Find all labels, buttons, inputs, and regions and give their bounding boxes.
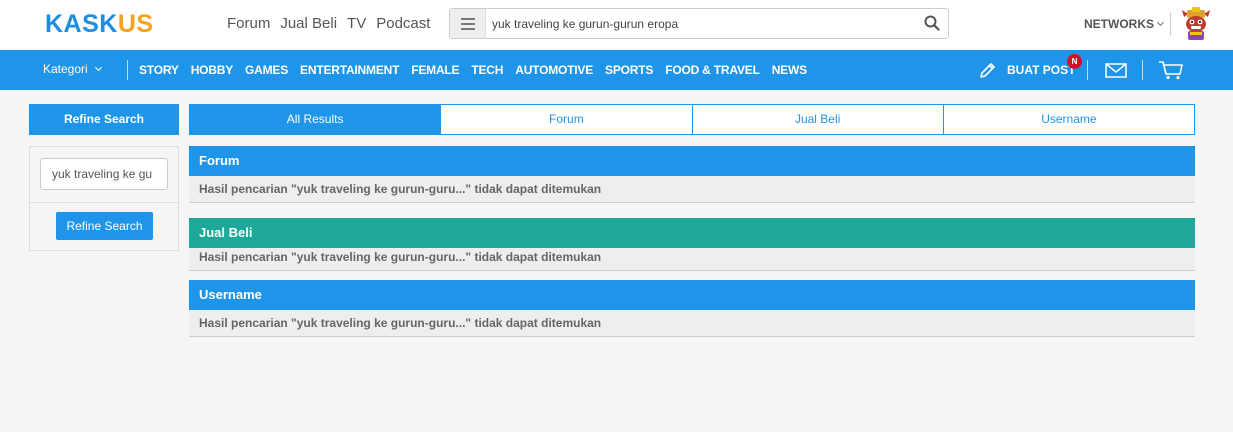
networks-dropdown[interactable]: NETWORKS xyxy=(1084,17,1165,31)
jual-beli-section-header: Jual Beli xyxy=(189,218,1195,248)
refine-search-panel: yuk traveling ke gu Refine Search xyxy=(29,146,179,251)
chevron-down-icon xyxy=(1156,18,1165,27)
nav-jual-beli[interactable]: Jual Beli xyxy=(280,14,337,34)
refine-divider xyxy=(30,202,178,203)
new-badge: N xyxy=(1067,54,1082,69)
tab-jual-beli[interactable]: Jual Beli xyxy=(691,104,944,135)
kategori-dropdown[interactable]: Kategori xyxy=(43,62,102,76)
category-entertainment[interactable]: ENTERTAINMENT xyxy=(300,63,399,77)
envelope-icon[interactable] xyxy=(1105,63,1127,78)
category-female[interactable]: FEMALE xyxy=(411,63,459,77)
kaskus-logo[interactable]: KASKUS xyxy=(45,11,154,37)
category-hobby[interactable]: HOBBY xyxy=(191,63,234,77)
mascot-avatar[interactable] xyxy=(1181,7,1211,41)
category-divider xyxy=(1142,60,1143,80)
forum-empty-message: Hasil pencarian "yuk traveling ke gurun-… xyxy=(189,176,1195,203)
category-sports[interactable]: SPORTS xyxy=(605,63,653,77)
chevron-down-icon xyxy=(94,63,102,72)
cart-icon[interactable] xyxy=(1158,60,1184,80)
category-list: STORY HOBBY GAMES ENTERTAINMENT FEMALE T… xyxy=(139,63,819,77)
tab-forum[interactable]: Forum xyxy=(440,104,693,135)
logo-text-part1: KASK xyxy=(45,10,118,38)
category-news[interactable]: NEWS xyxy=(772,63,807,77)
jual-beli-empty-message: Hasil pencarian "yuk traveling ke gurun-… xyxy=(189,248,1195,271)
category-divider xyxy=(1087,60,1088,80)
hamburger-icon[interactable] xyxy=(450,9,486,38)
nav-podcast[interactable]: Podcast xyxy=(376,14,430,34)
result-tabs: All Results Forum Jual Beli Username xyxy=(189,104,1195,135)
networks-label: NETWORKS xyxy=(1084,17,1154,31)
username-empty-message: Hasil pencarian "yuk traveling ke gurun-… xyxy=(189,310,1195,337)
top-nav: Forum Jual Beli TV Podcast xyxy=(227,14,440,34)
search-box xyxy=(449,8,949,39)
category-games[interactable]: GAMES xyxy=(245,63,288,77)
magnifier-icon[interactable] xyxy=(924,15,940,31)
nav-forum[interactable]: Forum xyxy=(227,14,270,34)
category-story[interactable]: STORY xyxy=(139,63,179,77)
header-divider xyxy=(1170,12,1171,36)
refine-input-value: yuk traveling ke gu xyxy=(52,167,153,181)
category-food-travel[interactable]: FOOD & TRAVEL xyxy=(665,63,760,77)
category-tech[interactable]: TECH xyxy=(471,63,503,77)
kategori-label: Kategori xyxy=(43,62,88,76)
tab-all-results[interactable]: All Results xyxy=(189,104,442,135)
refine-search-input[interactable]: yuk traveling ke gu xyxy=(40,158,168,190)
refine-search-heading: Refine Search xyxy=(29,104,179,135)
logo-text-part2: US xyxy=(117,10,154,38)
category-divider xyxy=(127,60,128,80)
tab-username[interactable]: Username xyxy=(942,104,1195,135)
category-automotive[interactable]: AUTOMOTIVE xyxy=(515,63,593,77)
top-header: KASKUS Forum Jual Beli TV Podcast NETWOR… xyxy=(0,0,1233,50)
buat-post-button[interactable]: BUAT POST xyxy=(1007,63,1075,77)
refine-search-button[interactable]: Refine Search xyxy=(56,212,153,240)
forum-section-header: Forum xyxy=(189,146,1195,176)
pencil-icon[interactable] xyxy=(979,61,997,79)
username-section-header: Username xyxy=(189,280,1195,310)
nav-tv[interactable]: TV xyxy=(347,14,366,34)
category-bar: Kategori STORY HOBBY GAMES ENTERTAINMENT… xyxy=(0,50,1233,90)
search-input[interactable] xyxy=(492,9,912,38)
